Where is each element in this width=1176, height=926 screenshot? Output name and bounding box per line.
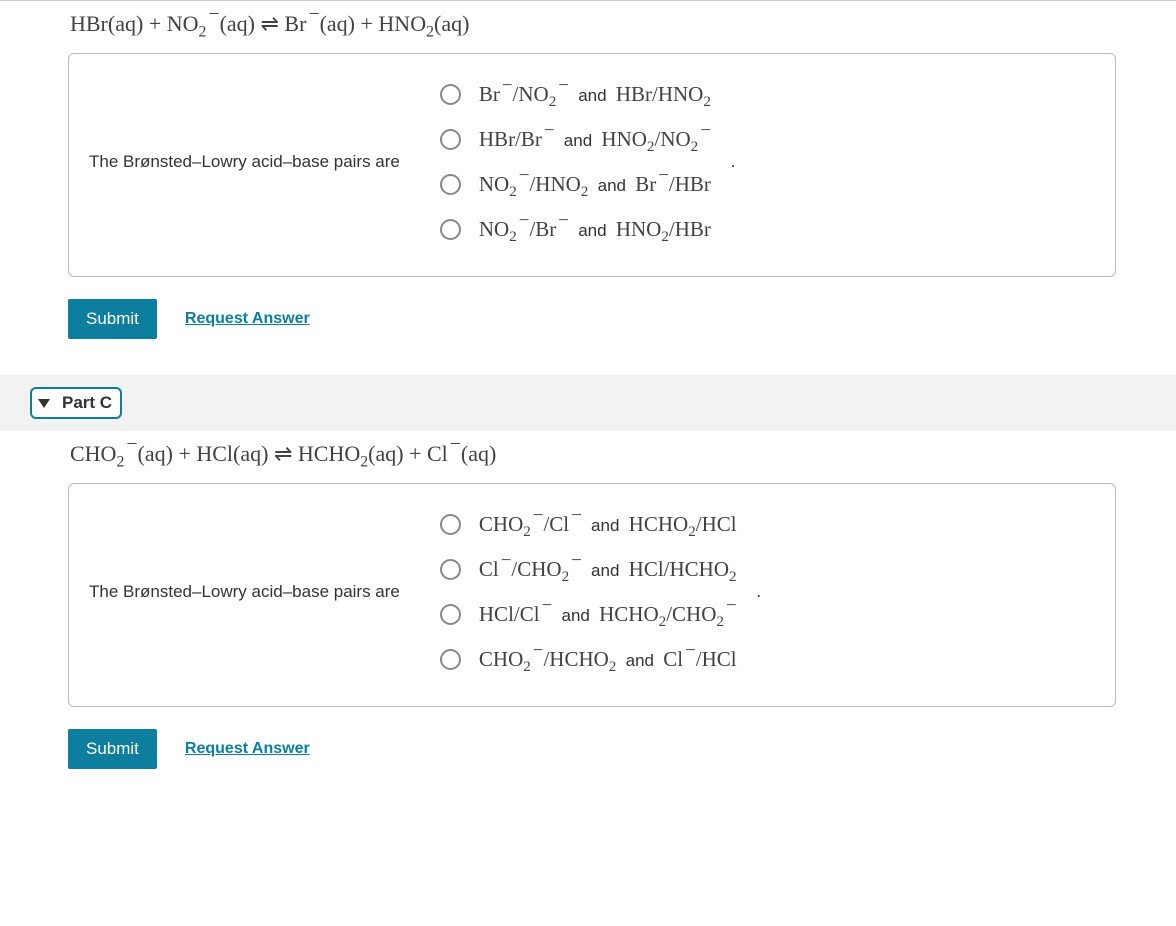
period-b: . [731, 152, 735, 172]
radio-icon [440, 129, 461, 150]
choice-text: HCl/Cl− and HCHO2/CHO2− [479, 602, 737, 627]
choice-text: CHO2−/Cl− and HCHO2/HCl [479, 512, 737, 537]
period-c: . [757, 582, 761, 602]
equation-c: CHO2−(aq) + HCl(aq) ⇌ HCHO2(aq) + Cl−(aq… [70, 441, 1116, 467]
choice-text: NO2−/Br− and HNO2/HBr [479, 217, 711, 242]
radio-icon [440, 219, 461, 240]
question-box-b: The Brønsted–Lowry acid–base pairs are B… [68, 53, 1116, 277]
choice-text: CHO2−/HCHO2 and Cl−/HCl [479, 647, 737, 672]
radio-icon [440, 174, 461, 195]
choice-b-3[interactable]: NO2−/HNO2 and Br−/HBr [440, 172, 711, 197]
submit-button-c[interactable]: Submit [68, 729, 157, 769]
radio-icon [440, 84, 461, 105]
choice-b-2[interactable]: HBr/Br− and HNO2/NO2− [440, 127, 711, 152]
radio-icon [440, 649, 461, 670]
prompt-b: The Brønsted–Lowry acid–base pairs are [89, 152, 440, 172]
choice-b-1[interactable]: Br−/NO2− and HBr/HNO2 [440, 82, 711, 107]
radio-icon [440, 604, 461, 625]
radio-icon [440, 514, 461, 535]
part-c-toggle[interactable]: Part C [30, 387, 122, 419]
question-box-c: The Brønsted–Lowry acid–base pairs are C… [68, 483, 1116, 707]
choice-b-4[interactable]: NO2−/Br− and HNO2/HBr [440, 217, 711, 242]
part-label: Part C [62, 393, 112, 413]
radio-icon [440, 559, 461, 580]
prompt-c: The Brønsted–Lowry acid–base pairs are [89, 582, 440, 602]
part-c-header: Part C [0, 375, 1176, 431]
submit-button-b[interactable]: Submit [68, 299, 157, 339]
equation-b: HBr(aq) + NO2−(aq) ⇌ Br−(aq) + HNO2(aq) [70, 11, 1116, 37]
chevron-down-icon [38, 399, 50, 408]
choice-text: Cl−/CHO2− and HCl/HCHO2 [479, 557, 737, 582]
choice-c-3[interactable]: HCl/Cl− and HCHO2/CHO2− [440, 602, 737, 627]
choice-text: Br−/NO2− and HBr/HNO2 [479, 82, 711, 107]
choice-c-2[interactable]: Cl−/CHO2− and HCl/HCHO2 [440, 557, 737, 582]
choice-c-4[interactable]: CHO2−/HCHO2 and Cl−/HCl [440, 647, 737, 672]
choice-c-1[interactable]: CHO2−/Cl− and HCHO2/HCl [440, 512, 737, 537]
request-answer-link-b[interactable]: Request Answer [185, 310, 310, 328]
choice-text: HBr/Br− and HNO2/NO2− [479, 127, 711, 152]
choice-text: NO2−/HNO2 and Br−/HBr [479, 172, 711, 197]
request-answer-link-c[interactable]: Request Answer [185, 740, 310, 758]
